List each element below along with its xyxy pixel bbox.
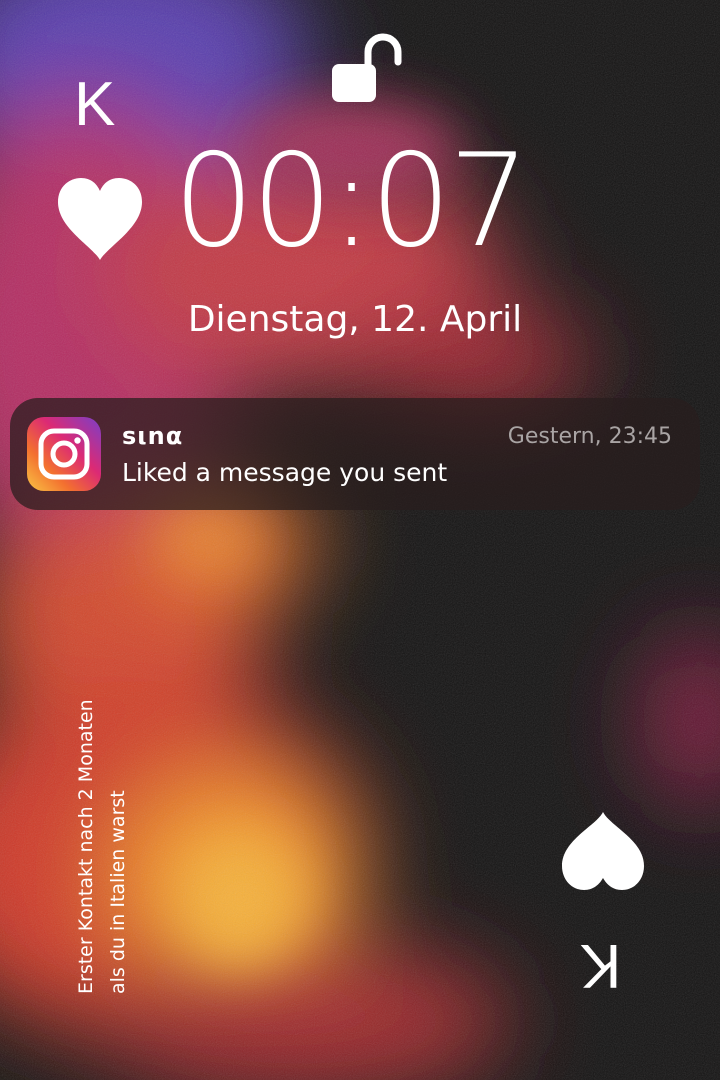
unlock-icon[interactable] [330,30,402,106]
notification-card[interactable]: sιnα Gestern, 23:45 Liked a message you … [10,398,700,510]
card-rank-bottom: K [580,931,622,1000]
instagram-icon [27,417,101,491]
side-caption-line-2: als du in Italien warst [107,790,129,994]
lockscreen-clock: 00:07 [173,127,530,276]
card-rank-top: K [74,70,116,139]
side-caption-line-1: Erster Kontakt nach 2 Monaten [75,699,97,994]
lockscreen: K 00:07 Dienstag, 12. April sιnα Gestern… [0,0,720,1080]
side-caption: Erster Kontakt nach 2 Monaten als du in … [70,634,134,994]
heart-icon [58,178,142,260]
spade-icon [562,812,644,890]
lockscreen-date: Dienstag, 12. April [187,299,523,340]
notification-body: Liked a message you sent [122,458,448,487]
notification-sender: sιnα [122,422,184,450]
notification-time: Gestern, 23:45 [507,424,672,449]
